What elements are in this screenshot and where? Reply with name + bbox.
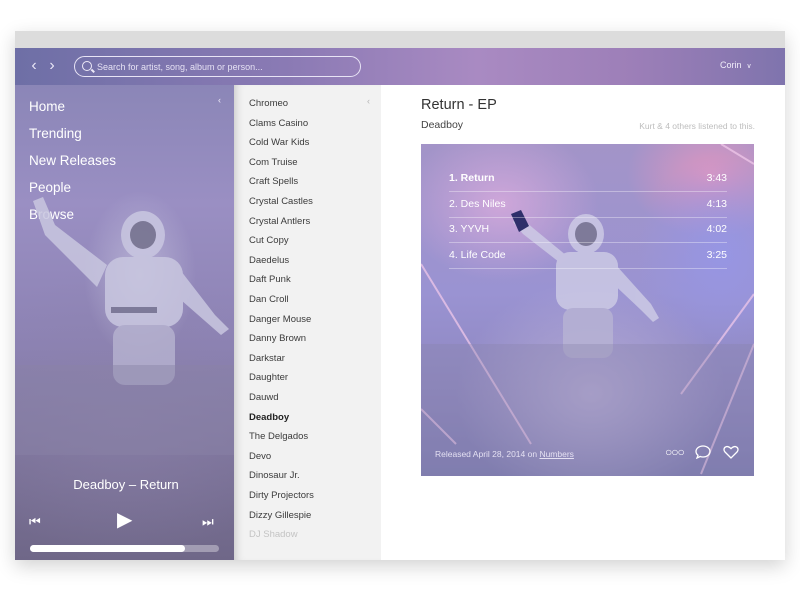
user-menu[interactable]: Corin ∨ [720, 60, 752, 70]
album-title: Return - EP [421, 97, 497, 113]
artist-list-item[interactable]: Danny Brown [249, 333, 306, 344]
sidebar-item-people[interactable]: People [29, 180, 71, 195]
artist-list-item[interactable]: Dan Croll [249, 294, 289, 305]
user-name: Corin [720, 60, 742, 70]
sidebar: ‹ Home Trending New Releases People Brow… [15, 85, 234, 560]
track-name: 2. Des Niles [449, 197, 506, 210]
track-row[interactable]: 4. Life Code 3:25 [449, 244, 727, 269]
track-duration: 3:43 [706, 172, 727, 184]
track-row[interactable]: 1. Return 3:43 [449, 167, 727, 192]
record-label-link[interactable]: Numbers [539, 449, 573, 459]
artist-list-item[interactable]: Crystal Antlers [249, 216, 310, 227]
track-duration: 4:13 [706, 197, 727, 210]
artist-list-item[interactable]: Daughter [249, 372, 288, 383]
comment-icon[interactable] [695, 445, 711, 459]
album-cover: 1. Return 3:43 2. Des Niles 4:13 3. YYVH 4:02… [421, 144, 754, 476]
album-artist-link[interactable]: Deadboy [421, 119, 463, 131]
artist-list-item[interactable]: Com Truise [249, 157, 298, 168]
artist-list-item[interactable]: Crystal Castles [249, 196, 313, 207]
artist-list-item[interactable]: DJ Shadow [249, 529, 298, 540]
next-track-icon[interactable]: ⏭ [202, 515, 214, 528]
collapse-list-icon[interactable]: ‹ [367, 96, 370, 106]
artist-list-item[interactable]: Craft Spells [249, 176, 298, 187]
now-playing-title: Deadboy – Return [73, 477, 179, 492]
artist-list-item[interactable]: Daft Punk [249, 274, 291, 285]
artist-list-item[interactable]: Dirty Projectors [249, 490, 314, 501]
track-name: 1. Return [449, 172, 495, 184]
artist-list-item[interactable]: Devo [249, 451, 271, 462]
artist-list-item[interactable]: Cut Copy [249, 235, 289, 246]
artist-list-item[interactable]: Dinosaur Jr. [249, 470, 300, 481]
track-duration: 4:02 [706, 223, 727, 235]
album-detail: Return - EP Deadboy Kurt & 4 others list… [381, 85, 785, 560]
top-bar: ‹ › Corin ∨ [15, 48, 785, 85]
collapse-sidebar-icon[interactable]: ‹ [218, 95, 221, 105]
chevron-left-icon[interactable]: ‹ [27, 57, 41, 75]
search-input[interactable] [97, 59, 355, 74]
sidebar-item-home[interactable]: Home [29, 99, 65, 114]
app-window: ‹ › Corin ∨ ‹ Home Trending New Releases … [15, 31, 785, 560]
track-row[interactable]: 3. YYVH 4:02 [449, 218, 727, 243]
previous-track-icon[interactable]: ⏮ [29, 515, 41, 528]
track-row[interactable]: 2. Des Niles 4:13 [449, 193, 727, 218]
track-duration: 3:25 [706, 248, 727, 261]
more-options-icon[interactable]: ○○○ [665, 445, 685, 459]
window-chrome-bar [15, 31, 785, 48]
artist-list-item[interactable]: Clams Casino [249, 118, 308, 129]
track-name: 3. YYVH [449, 223, 490, 235]
artist-list-item[interactable]: Danger Mouse [249, 314, 311, 325]
astronaut-artwork [15, 197, 234, 455]
artist-list-item[interactable]: Dizzy Gillespie [249, 510, 311, 521]
artist-list-item[interactable]: Deadboy [249, 412, 289, 423]
artist-list-item[interactable]: Chromeo [249, 98, 288, 109]
artist-list-item[interactable]: Cold War Kids [249, 137, 309, 148]
artist-list-item[interactable]: Daedelus [249, 255, 289, 266]
artist-list-item[interactable]: Dauwd [249, 392, 279, 403]
sidebar-item-trending[interactable]: Trending [29, 126, 82, 141]
artist-list-item[interactable]: The Delgados [249, 431, 308, 442]
release-info: Released April 28, 2014 on Numbers [435, 449, 574, 459]
search-bar[interactable] [74, 56, 361, 77]
listened-by-text: Kurt & 4 others listened to this. [639, 121, 755, 131]
play-icon[interactable]: ▶ [117, 510, 132, 530]
playback-progress-bar[interactable] [30, 545, 219, 552]
artist-list: ‹ Chromeo Clams Casino Cold War Kids Com Tr… [234, 85, 381, 560]
chevron-right-icon[interactable]: › [45, 57, 59, 75]
search-icon [82, 61, 92, 71]
heart-icon[interactable] [723, 445, 739, 459]
track-name: 4. Life Code [449, 248, 506, 261]
artist-list-item[interactable]: Darkstar [249, 353, 285, 364]
release-date-text: Released April 28, 2014 on [435, 449, 540, 459]
progress-fill [30, 545, 185, 552]
sidebar-item-new-releases[interactable]: New Releases [29, 153, 116, 168]
chevron-down-icon: ∨ [746, 63, 752, 70]
